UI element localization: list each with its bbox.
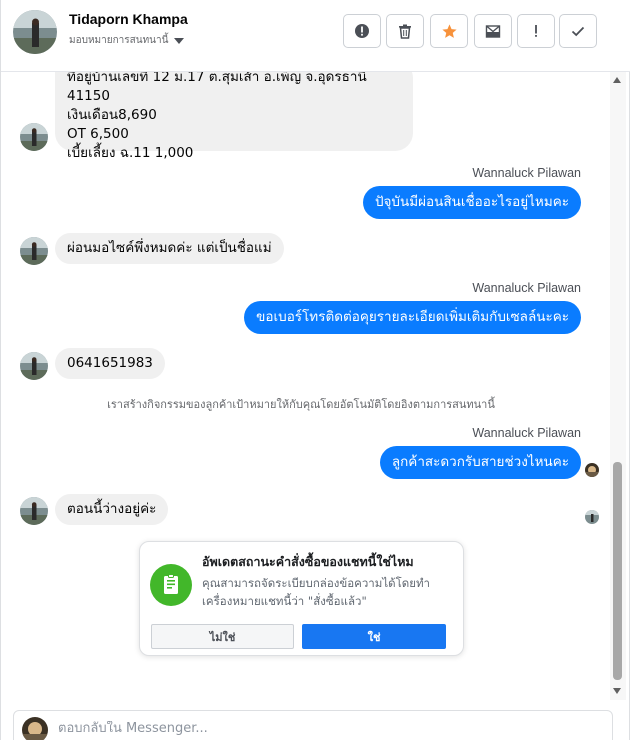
outgoing-message: ลูกค้าสะดวกรับสายช่วงไหนคะ [379,446,581,479]
messenger-window: Tidaporn Khampa มอบหมายการสนทนานี้ ที่อย… [0,0,630,740]
scroll-up-arrow-icon[interactable] [613,77,621,83]
contact-name: Tidaporn Khampa [69,11,188,27]
card-description: คุณสามารถจัดระเบียบกล่องข้อความได้โดยทำเ… [202,576,431,608]
sender-name: Wannaluck Pilawan [472,166,581,180]
seen-avatar [585,510,599,524]
reply-input[interactable] [58,721,578,736]
report-button[interactable] [343,14,381,48]
order-status-card: อัพเดตสถานะคำสั่งซื้อของแชทนี้ใช่ไหม คุณ… [139,541,464,656]
contact-avatar-small [20,497,48,525]
card-yes-button[interactable]: ใช่ [302,624,446,649]
delete-button[interactable] [386,14,424,48]
message-line: OT 6,500 [67,126,129,142]
message-line: เงินเดือน8,690 [67,107,157,123]
mark-important-button[interactable] [517,14,555,48]
outgoing-message: ขอเบอร์โทรติดต่อคุยรายละเอียดเพิ่มเติมกั… [244,301,581,334]
alert-circle-icon [355,24,369,38]
mark-done-button[interactable] [559,14,597,48]
incoming-message: ที่อยู่บ้านเลขที่ 12 ม.17 ต.สุมเส้า อ.เพ… [55,72,413,161]
incoming-message: ตอนนี้ว่างอยู่ค่ะ [55,494,169,525]
scrollbar-thumb[interactable] [613,462,622,680]
sender-name: Wannaluck Pilawan [472,426,581,440]
contact-avatar-small [20,237,48,265]
incoming-message: ผ่อนมอไซค์พึ่งหมดค่ะ แต่เป็นชื่อแม่ [55,233,284,264]
check-icon [571,26,585,37]
conversation-header: Tidaporn Khampa มอบหมายการสนทนานี้ [1,0,630,72]
mail-block-icon [485,25,501,38]
system-note: เราสร้างกิจกรรมของลูกค้าเป้าหมายให้กับคุ… [107,398,495,411]
reply-composer [13,710,613,740]
scroll-down-arrow-icon[interactable] [613,688,621,694]
caret-down-icon [174,37,185,44]
assign-conversation-label: มอบหมายการสนทนานี้ [69,35,169,46]
contact-avatar-small [20,352,48,380]
assign-conversation-dropdown[interactable]: มอบหมายการสนทนานี้ [69,33,185,48]
card-title: อัพเดตสถานะคำสั่งซื้อของแชทนี้ใช่ไหม [202,554,414,569]
exclamation-icon [535,25,537,37]
incoming-message: 0641651983 [55,348,165,379]
outgoing-message: ปัจุบันมีผ่อนสินเชื่ออะไรอยู่ไหมคะ [362,186,581,219]
star-button[interactable] [430,14,468,48]
star-icon [441,23,457,38]
contact-avatar-small [20,123,48,151]
spam-button[interactable] [474,14,512,48]
message-line: ที่อยู่บ้านเลขที่ 12 ม.17 ต.สุมเส้า อ.เพ… [67,72,367,104]
message-line: เบี้ยเลี้ยง ฉ.11 1,000 [67,145,194,161]
order-receipt-icon [150,564,192,606]
card-no-button[interactable]: ไม่ใช่ [151,624,294,649]
sender-name: Wannaluck Pilawan [472,281,581,295]
trash-icon [399,24,411,39]
contact-avatar[interactable] [13,10,57,54]
seen-avatar [585,463,599,477]
page-avatar [22,717,48,740]
